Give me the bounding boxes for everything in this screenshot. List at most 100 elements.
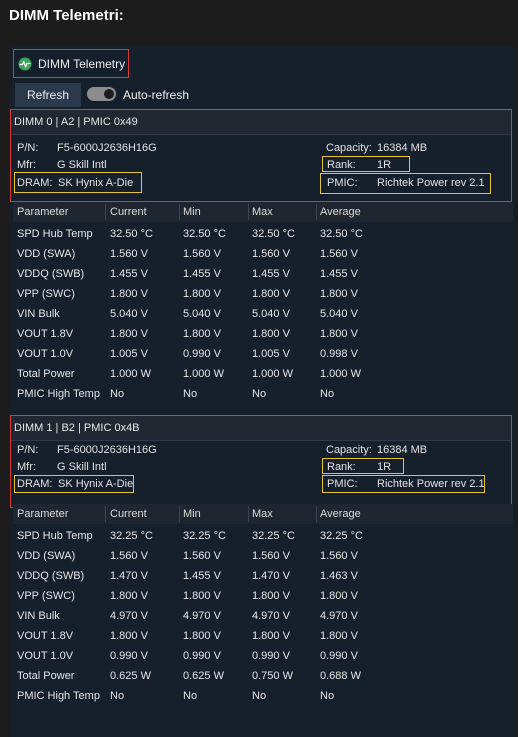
value-cell: 1.800 V xyxy=(252,590,290,602)
tab-dimm-telemetry[interactable]: DIMM Telemetry xyxy=(13,49,129,78)
parameter-cell: PMIC High Temp xyxy=(17,388,100,400)
value-cell: 1.800 V xyxy=(320,630,358,642)
value-cell: 1.800 V xyxy=(110,590,148,602)
heartbeat-icon xyxy=(18,57,32,70)
column-divider xyxy=(316,204,317,220)
capacity-value: 16384 MB xyxy=(377,444,428,456)
pmic-label: PMIC: xyxy=(327,177,358,189)
table-row: VDDQ (SWB) 1.455 V 1.455 V 1.455 V 1.455 V xyxy=(13,264,513,284)
parameter-cell: VIN Bulk xyxy=(17,610,60,622)
auto-refresh-toggle[interactable] xyxy=(87,87,116,101)
dimm-0-card: DIMM 0 | A2 | PMIC 0x49 P/N: F5-6000J263… xyxy=(10,109,512,202)
value-cell: 1.000 W xyxy=(183,368,224,380)
value-cell: 1.800 V xyxy=(110,630,148,642)
parameter-cell: PMIC High Temp xyxy=(17,690,100,702)
value-cell: 1.800 V xyxy=(252,630,290,642)
column-divider xyxy=(248,204,249,220)
value-cell: 32.25 °C xyxy=(320,530,363,542)
value-cell: No xyxy=(320,690,335,702)
column-header: Parameter xyxy=(17,508,69,520)
value-cell: 0.625 W xyxy=(183,670,224,682)
table-row: VIN Bulk 5.040 V 5.040 V 5.040 V 5.040 V xyxy=(13,304,513,324)
parameter-cell: VDD (SWA) xyxy=(17,550,76,562)
value-cell: 1.560 V xyxy=(252,550,290,562)
column-header: Current xyxy=(110,508,147,520)
value-cell: 1.560 V xyxy=(320,248,358,260)
table-row: VDDQ (SWB) 1.470 V 1.455 V 1.470 V 1.463 V xyxy=(13,566,513,586)
parameter-cell: VPP (SWC) xyxy=(17,590,75,602)
value-cell: 5.040 V xyxy=(320,308,358,320)
value-cell: 4.970 V xyxy=(252,610,290,622)
pmic-label: PMIC: xyxy=(327,478,358,490)
dram-label: DRAM: xyxy=(17,478,53,490)
value-cell: No xyxy=(110,690,125,702)
value-cell: 0.625 W xyxy=(110,670,151,682)
pn-label: P/N: xyxy=(17,444,39,456)
column-divider xyxy=(248,506,249,522)
pmic-value: Richtek Power rev 2.1 xyxy=(377,478,485,490)
parameter-cell: VOUT 1.0V xyxy=(17,348,74,360)
value-cell: 0.750 W xyxy=(252,670,293,682)
table-header: Parameter Current Min Max Average xyxy=(13,202,513,222)
column-header: Current xyxy=(110,206,147,218)
dram-value: SK Hynix A-Die xyxy=(58,478,134,490)
table-row: SPD Hub Temp 32.25 °C 32.25 °C 32.25 °C 32.2… xyxy=(13,526,513,546)
parameter-cell: VOUT 1.8V xyxy=(17,328,74,340)
table-row: PMIC High Temp No No No No xyxy=(13,384,513,404)
value-cell: 1.800 V xyxy=(320,328,358,340)
column-header: Max xyxy=(252,206,273,218)
parameter-cell: SPD Hub Temp xyxy=(17,530,93,542)
value-cell: 1.560 V xyxy=(110,550,148,562)
parameter-cell: VDD (SWA) xyxy=(17,248,76,260)
table-row: VDD (SWA) 1.560 V 1.560 V 1.560 V 1.560 V xyxy=(13,244,513,264)
parameter-cell: VOUT 1.0V xyxy=(17,650,74,662)
column-divider xyxy=(105,506,106,522)
value-cell: 0.990 V xyxy=(110,650,148,662)
pn-label: P/N: xyxy=(17,142,39,154)
tab-label: DIMM Telemetry xyxy=(38,56,126,71)
value-cell: 32.50 °C xyxy=(183,228,226,240)
page-title: DIMM Telemetri: xyxy=(9,7,124,24)
value-cell: 1.800 V xyxy=(183,630,221,642)
table-row: Total Power 1.000 W 1.000 W 1.000 W 1.000 W xyxy=(13,364,513,384)
column-header: Max xyxy=(252,508,273,520)
mfr-value: G Skill Intl xyxy=(57,159,107,171)
table-row: VOUT 1.8V 1.800 V 1.800 V 1.800 V 1.800 V xyxy=(13,324,513,344)
rank-value: 1R xyxy=(377,159,392,171)
value-cell: 1.800 V xyxy=(252,288,290,300)
table-header: Parameter Current Min Max Average xyxy=(13,504,513,524)
column-header: Parameter xyxy=(17,206,69,218)
pn-value: F5-6000J2636H16G xyxy=(57,142,157,154)
value-cell: 0.990 V xyxy=(320,650,358,662)
mfr-label: Mfr: xyxy=(17,461,36,473)
value-cell: 1.000 W xyxy=(252,368,293,380)
column-header: Min xyxy=(183,206,201,218)
value-cell: 0.990 V xyxy=(183,348,221,360)
value-cell: 32.50 °C xyxy=(320,228,363,240)
value-cell: 1.560 V xyxy=(320,550,358,562)
parameter-cell: VOUT 1.8V xyxy=(17,630,74,642)
value-cell: 1.470 V xyxy=(252,570,290,582)
table-row: VOUT 1.0V 1.005 V 0.990 V 1.005 V 0.998 V xyxy=(13,344,513,364)
parameter-cell: VPP (SWC) xyxy=(17,288,75,300)
value-cell: 1.800 V xyxy=(183,590,221,602)
value-cell: 32.50 °C xyxy=(252,228,295,240)
value-cell: 0.998 V xyxy=(320,348,358,360)
parameter-cell: VIN Bulk xyxy=(17,308,60,320)
parameter-cell: Total Power xyxy=(17,368,75,380)
column-divider xyxy=(316,506,317,522)
value-cell: 0.990 V xyxy=(183,650,221,662)
value-cell: No xyxy=(183,690,198,702)
value-cell: 32.25 °C xyxy=(183,530,226,542)
value-cell: 1.005 V xyxy=(110,348,148,360)
value-cell: 1.560 V xyxy=(183,550,221,562)
column-header: Min xyxy=(183,508,201,520)
column-divider xyxy=(179,506,180,522)
mfr-label: Mfr: xyxy=(17,159,36,171)
value-cell: 1.470 V xyxy=(110,570,148,582)
table-row: VPP (SWC) 1.800 V 1.800 V 1.800 V 1.800 V xyxy=(13,284,513,304)
refresh-button[interactable]: Refresh xyxy=(15,83,81,107)
value-cell: 0.990 V xyxy=(252,650,290,662)
value-cell: 32.25 °C xyxy=(252,530,295,542)
pn-value: F5-6000J2636H16G xyxy=(57,444,157,456)
